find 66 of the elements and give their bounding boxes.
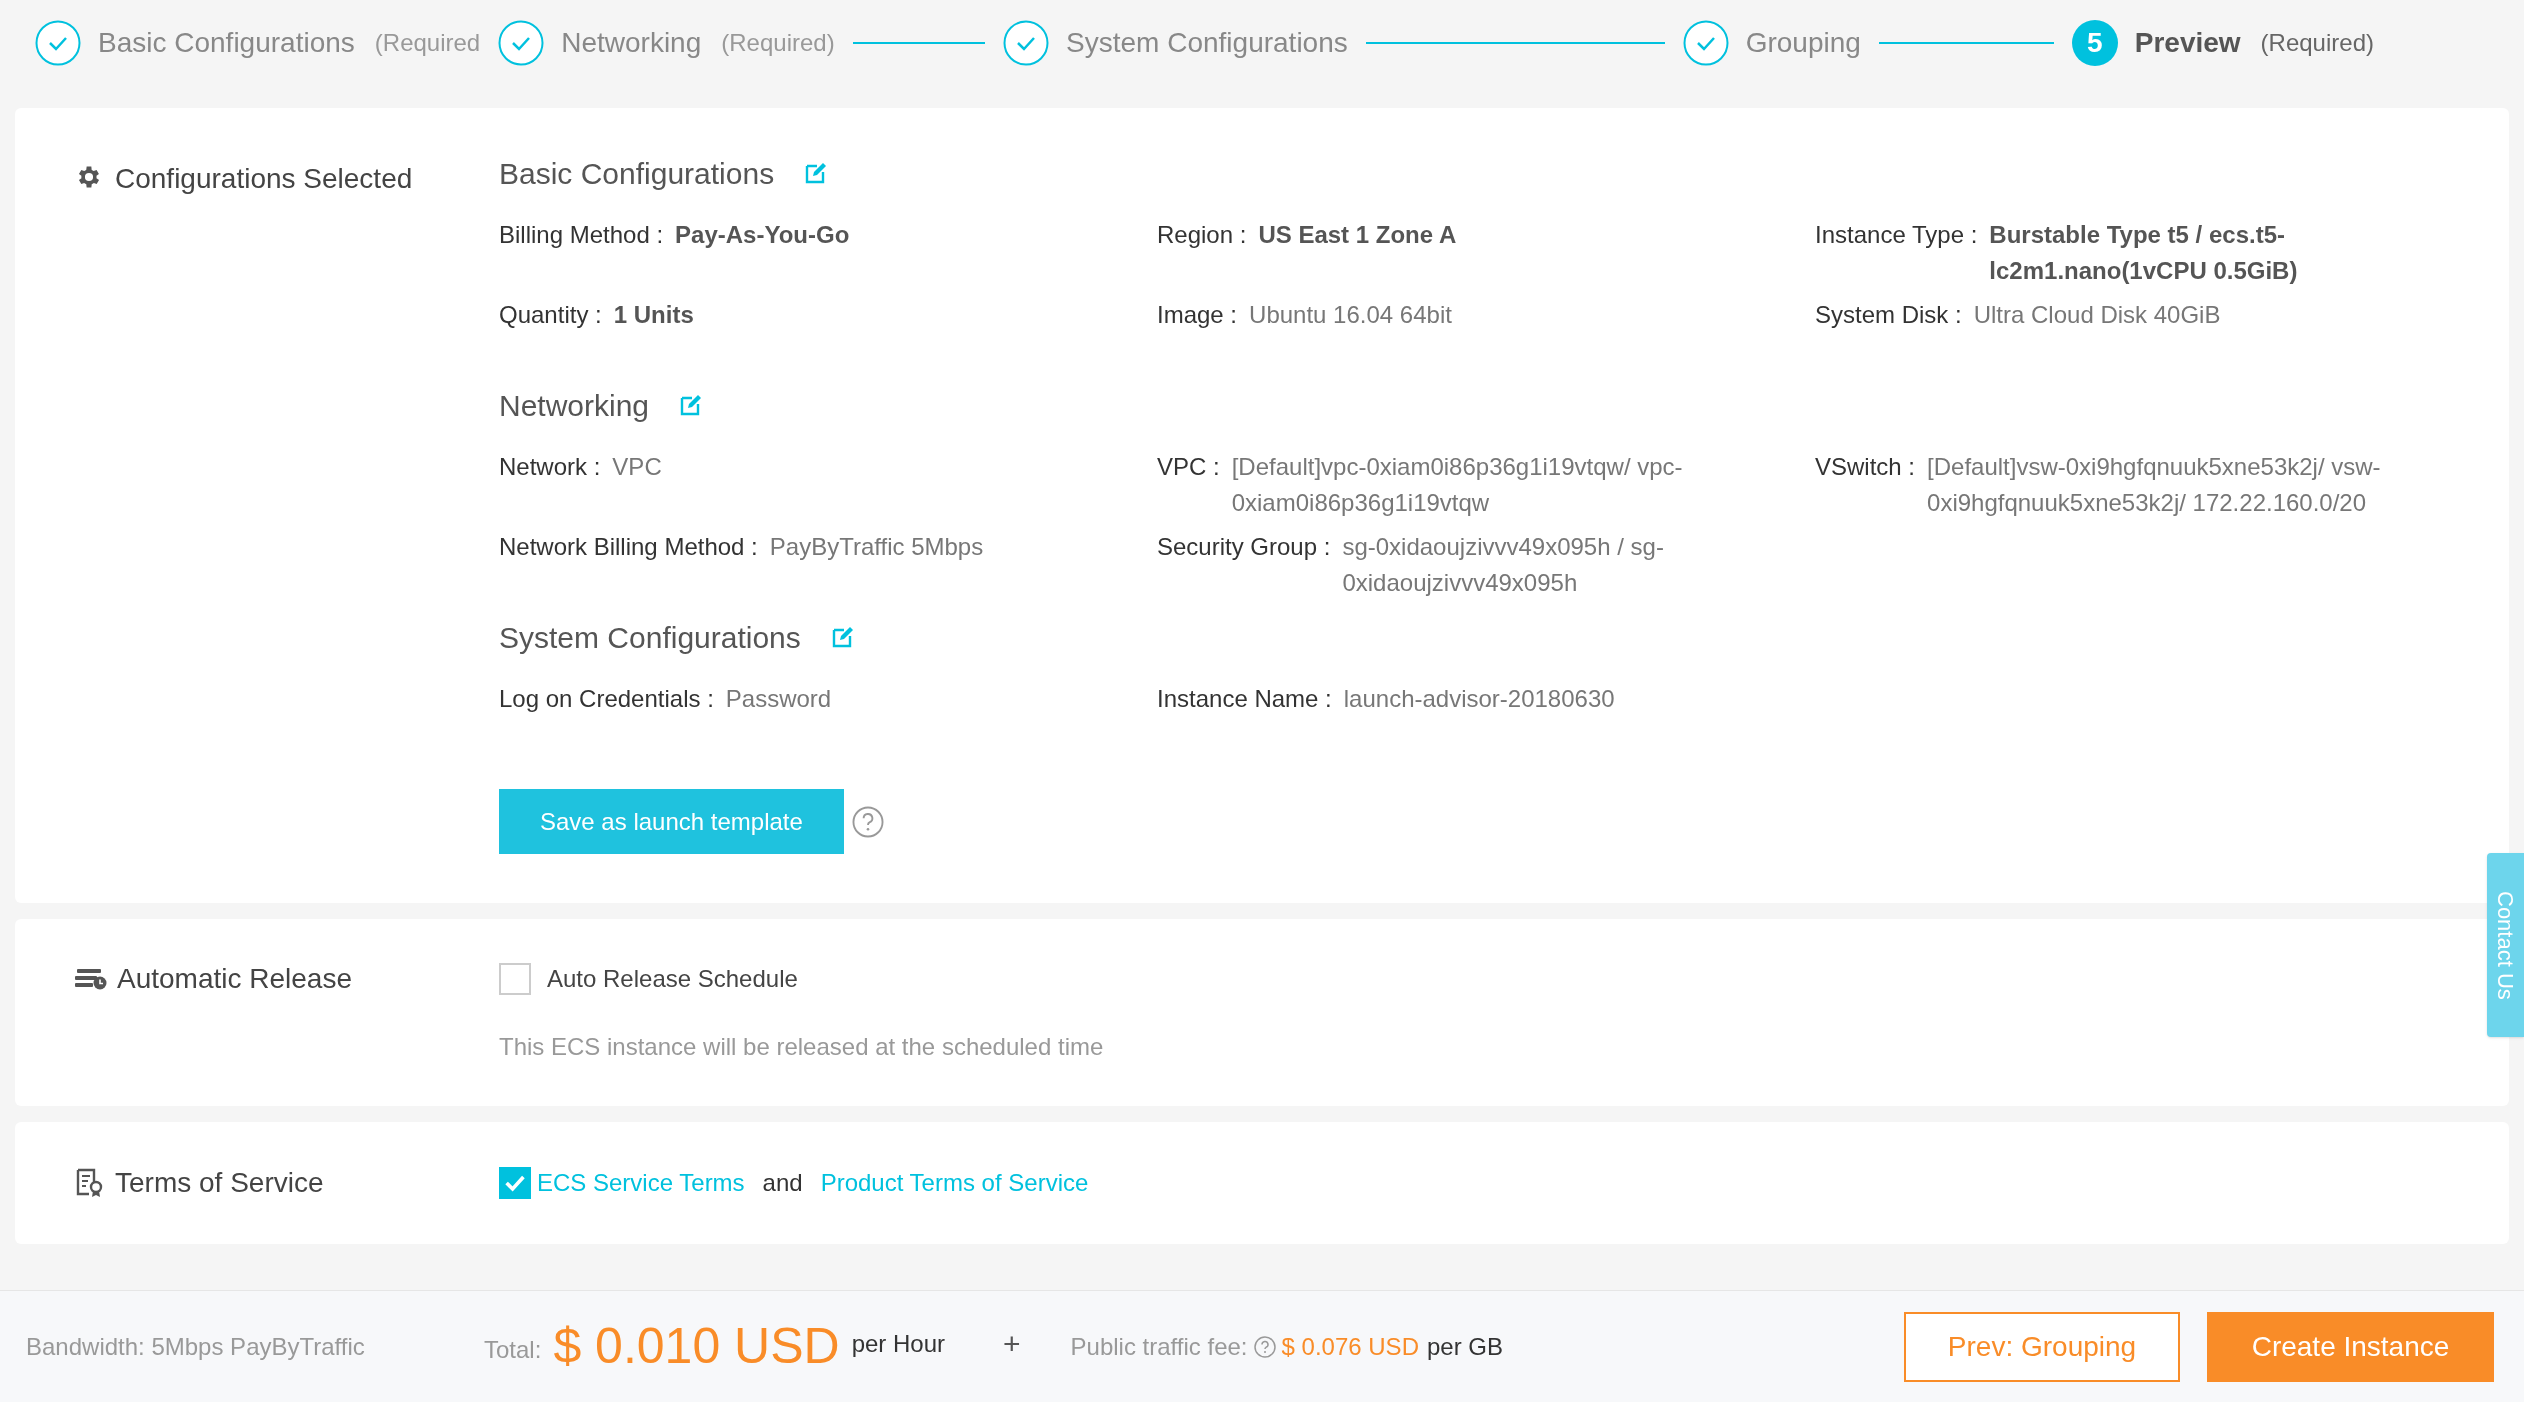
section-title: Terms of Service	[115, 1166, 324, 1200]
field-label: Region :	[1157, 220, 1247, 250]
field-label: VSwitch :	[1815, 452, 1916, 482]
checkbox-label: Auto Release Schedule	[547, 964, 798, 994]
edit-icon[interactable]	[804, 161, 829, 185]
field-label: Security Group :	[1157, 532, 1331, 562]
step-label[interactable]: Basic Configurations	[98, 22, 355, 64]
field-value: Burstable Type t5 / ecs.t5-lc2m1.nano(1vCPU 0.5GiB)	[1989, 220, 2299, 286]
document-icon	[75, 1168, 105, 1198]
field-label: Billing Method :	[499, 220, 664, 250]
field-label: Log on Credentials :	[499, 684, 714, 714]
edit-icon[interactable]	[679, 393, 704, 417]
field-label: Image :	[1157, 300, 1238, 330]
edit-icon[interactable]	[830, 625, 855, 649]
contact-us-tab[interactable]: Contact Us	[2487, 853, 2524, 1037]
price-unit: per GB	[1426, 1331, 1503, 1362]
field-value: VPC	[612, 452, 662, 482]
step-note: (Required)	[721, 28, 835, 58]
traffic-fee-label: Public traffic fee:	[1070, 1331, 1248, 1362]
field-value: Ultra Cloud Disk 40GiB	[1973, 300, 2221, 330]
description-text: This ECS instance will be released at the scheduled time	[499, 1032, 1104, 1062]
terms-link[interactable]: ECS Service Terms	[537, 1165, 745, 1201]
field-label: Instance Name :	[1157, 684, 1332, 714]
field-value: Ubuntu 16.04 64bit	[1249, 300, 1452, 330]
field-value: US East 1 Zone A	[1258, 220, 1457, 250]
conjunction-text: and	[762, 1168, 803, 1198]
section-title: Automatic Release	[117, 962, 352, 996]
group-title: System Configurations	[499, 619, 801, 656]
release-schedule-icon	[75, 967, 107, 991]
price-unit: per Hour	[851, 1328, 946, 1359]
field-label: Instance Type :	[1815, 220, 1978, 250]
field-value: Pay-As-You-Go	[675, 220, 850, 250]
group-title: Basic Configurations	[499, 155, 775, 192]
field-value: sg-0xidaoujzivvv49x095h / sg-0xidaoujzivvv49x095h	[1342, 532, 1665, 598]
step-label[interactable]: Preview	[2134, 22, 2241, 64]
field-label: Network Billing Method :	[499, 532, 758, 562]
previous-button[interactable]: Prev: Grouping	[1904, 1311, 2180, 1382]
traffic-price: $ 0.076 USD	[1281, 1331, 1419, 1362]
step-note: (Required	[374, 28, 481, 58]
step-note: (Required)	[2260, 28, 2374, 58]
field-value: launch-advisor-20180630	[1343, 684, 1615, 714]
checkbox[interactable]	[499, 1167, 531, 1199]
step-label[interactable]: System Configurations	[1066, 22, 1348, 64]
plus-sign: +	[1003, 1326, 1021, 1362]
field-value: PayByTraffic 5Mbps	[769, 532, 984, 562]
field-value: Password	[725, 684, 832, 714]
field-label: System Disk :	[1815, 300, 1962, 330]
total-price: $ 0.010 USD	[553, 1317, 840, 1376]
field-label: Quantity :	[499, 300, 602, 330]
bandwidth-text: Bandwidth: 5Mbps PayByTraffic	[26, 1331, 366, 1362]
field-label: Network :	[499, 452, 601, 482]
field-label: VPC :	[1157, 452, 1220, 482]
total-label: Total:	[484, 1334, 542, 1365]
checkbox[interactable]	[499, 963, 531, 995]
step-label[interactable]: Networking	[561, 22, 702, 64]
section-title: Configurations Selected	[115, 162, 413, 196]
step-number: 5	[2071, 20, 2118, 66]
terms-link[interactable]: Product Terms of Service	[820, 1165, 1089, 1201]
help-icon[interactable]	[851, 805, 884, 838]
field-value: 1 Units	[613, 300, 694, 330]
help-icon[interactable]	[1253, 1335, 1276, 1358]
create-instance-button[interactable]: Create Instance	[2207, 1311, 2494, 1382]
group-title: Networking	[499, 387, 650, 424]
step-label[interactable]: Grouping	[1745, 22, 1861, 64]
save-template-button[interactable]: Save as launch template	[499, 789, 844, 854]
field-value: [Default]vsw-0xi9hgfqnuuk5xne53k2j/ vsw-0xi9hgfqnuuk5xne53k2j/ 172.22.160.0/20	[1927, 452, 2382, 518]
